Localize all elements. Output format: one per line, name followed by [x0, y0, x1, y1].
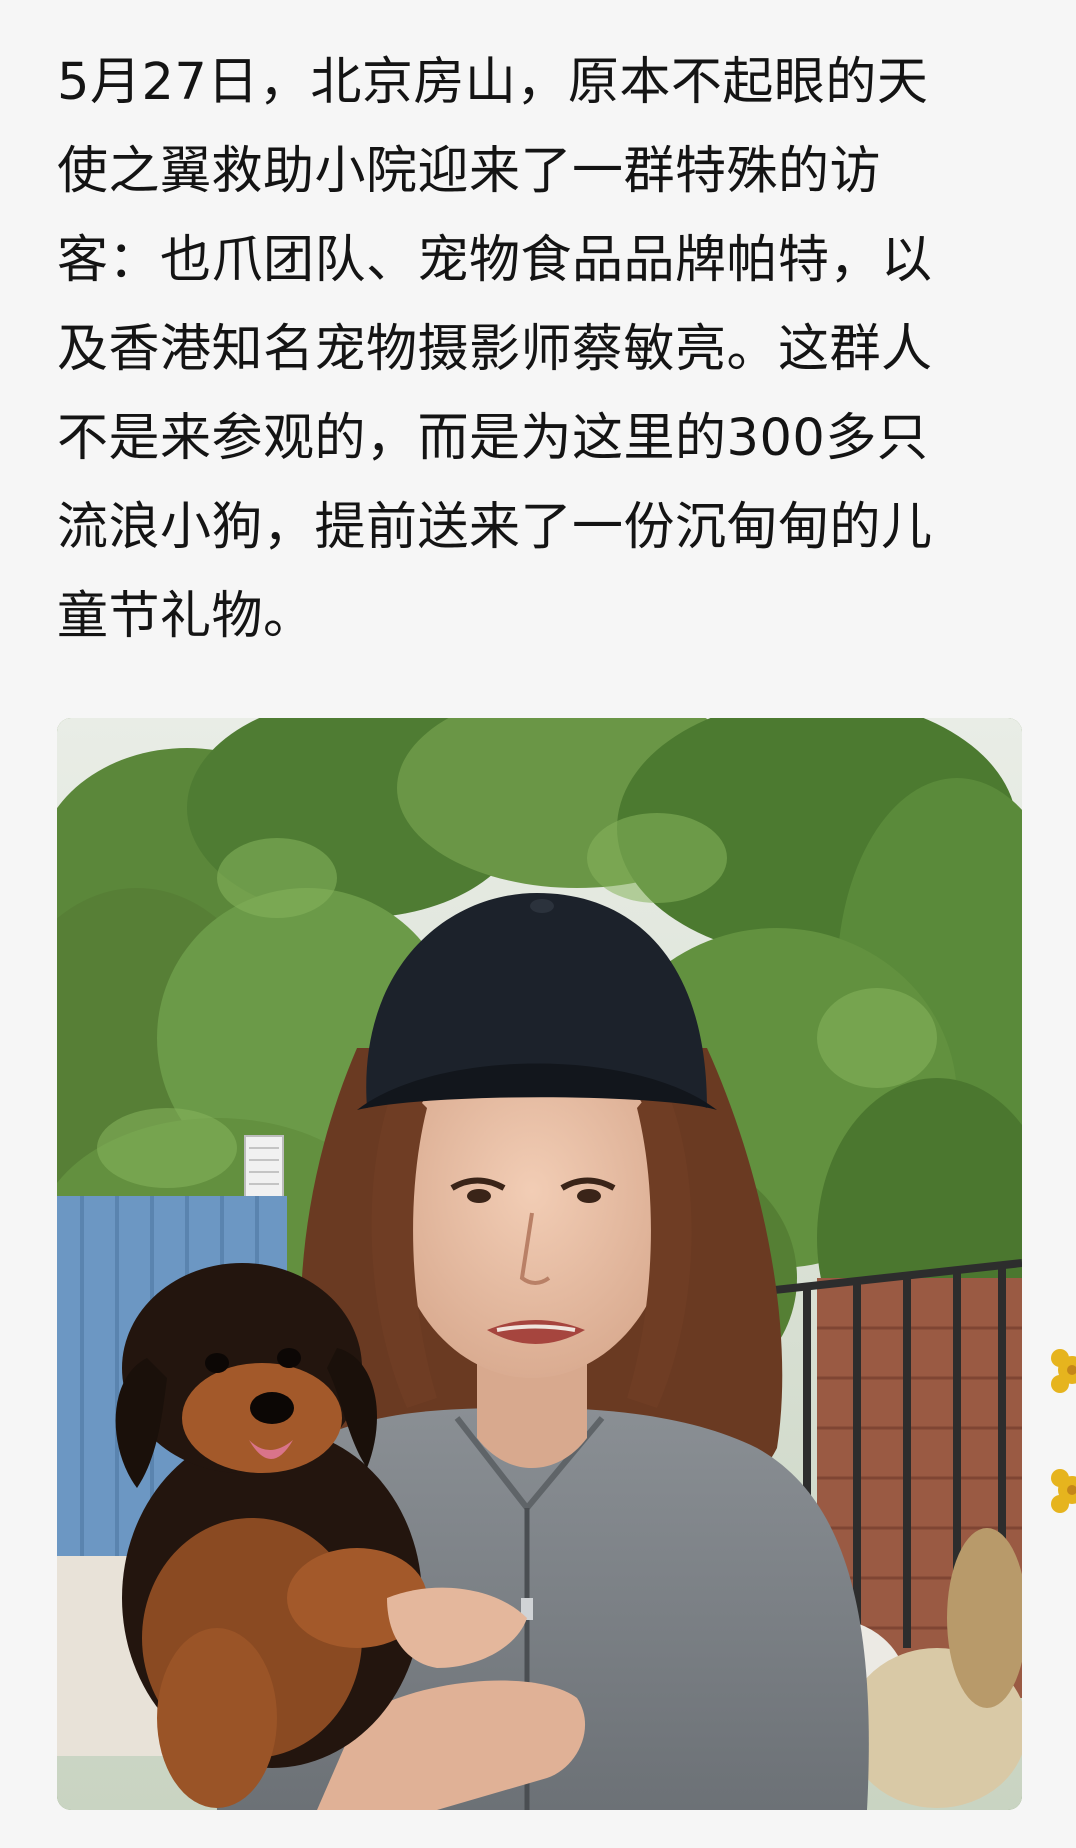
article-photo[interactable]: [57, 718, 1022, 1810]
paragraph-line: 流浪小狗，提前送来了一份沉甸甸的儿: [57, 498, 933, 557]
paragraph-line: 及香港知名宠物摄影师蔡敏亮。这群人: [57, 320, 933, 379]
paragraph-line: 使之翼救助小院迎来了一群特殊的访: [57, 142, 882, 201]
article-paragraph: 5月27日，北京房山，原本不起眼的天 使之翼救助小院迎来了一群特殊的访 客：也爪…: [57, 38, 1037, 661]
vent-box: [244, 1135, 284, 1199]
paragraph-line: 客：也爪团队、宠物食品品牌帕特，以: [57, 231, 933, 290]
article-content: 5月27日，北京房山，原本不起眼的天 使之翼救助小院迎来了一群特殊的访 客：也爪…: [0, 0, 1076, 1848]
flower-decoration-icon: [1051, 1349, 1076, 1513]
paragraph-line: 5月27日，北京房山，原本不起眼的天: [57, 53, 929, 112]
paragraph-line: 童节礼物。: [57, 587, 315, 646]
photo-illustration: [57, 718, 1022, 1810]
paragraph-line: 不是来参观的，而是为这里的300多只: [57, 409, 929, 468]
